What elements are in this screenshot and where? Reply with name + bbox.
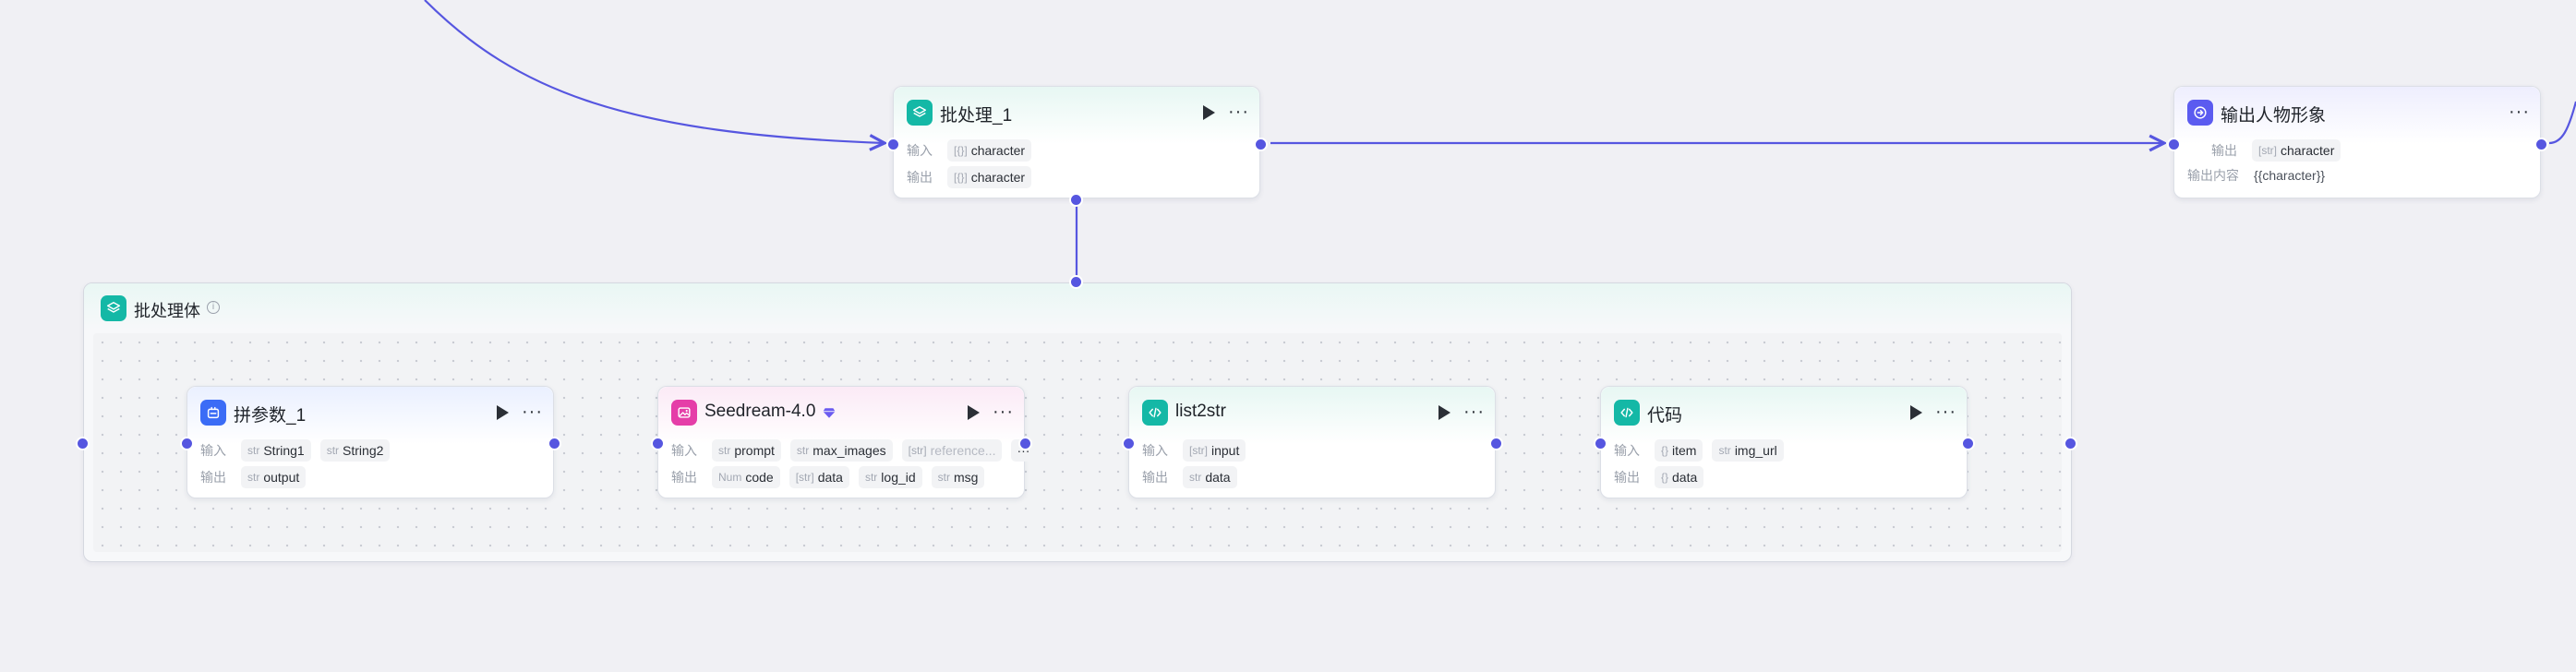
more-icon[interactable]: ··· [1228,102,1249,121]
inputs-label: 输入 [907,143,933,158]
inputs-label: 输入 [200,443,226,458]
inputs-label: 输入 [671,443,697,458]
node-title: 输出人物形象 [2221,106,2327,126]
more-icon[interactable]: ··· [522,402,543,421]
param-tag: {} item [1655,439,1703,462]
input-port[interactable] [886,138,900,151]
output-content-label: 输出内容 [2187,168,2239,183]
body-port[interactable] [1069,193,1083,207]
node-concat[interactable]: 拼参数_1 ··· 输入 str String1 str String2 输出 st… [187,386,554,498]
more-icon[interactable]: ··· [1935,402,1956,421]
param-tag: [str] character [2252,139,2341,162]
batch-body-title: 批处理体 [134,302,200,320]
inputs-row: 输入 str String1 str String2 [200,439,391,462]
param-tag: [str] input [1183,439,1246,462]
node-title: 批处理_1 [940,106,1013,126]
outputs-row: 输出 {} data [1614,466,1704,488]
param-tag: str String2 [319,439,391,462]
param-tag: str String1 [241,439,311,462]
node-batch[interactable]: 批处理_1 ··· 输入 [{}] character 输出 [{}] charac… [893,86,1260,198]
outputs-label: 输出 [907,170,933,185]
outputs-row: 输出 Num code [str] data str log_id str msg [671,466,985,488]
play-icon[interactable] [1203,105,1215,120]
workflow-canvas[interactable]: 批处理体 i 批处理_1 ··· 输入 [{}] character 输出 [{}… [0,0,2576,672]
exit-icon [2187,100,2213,126]
input-port[interactable] [180,437,194,450]
param-tag: str log_id [858,466,922,488]
param-tag: Num code [712,466,780,488]
edge-end-to-next [2548,101,2576,145]
outputs-label: 输出 [200,470,226,485]
output-port[interactable] [2534,138,2548,151]
node-seedream[interactable]: Seedream-4.0 ··· 输入 str prompt str max_ima… [657,386,1036,498]
param-tag: [{}] character [947,166,1032,188]
node-title: 拼参数_1 [234,406,307,426]
input-port[interactable] [1594,437,1607,450]
inputs-label: 输入 [1142,443,1168,458]
node-list2str[interactable]: list2str ··· 输入 [str] input 输出 str data [1128,386,1496,498]
edge-start-to-batch [424,0,885,143]
code-icon [1614,400,1640,426]
more-icon[interactable]: ··· [993,402,1014,421]
output-port[interactable] [1489,437,1503,450]
node-title: list2str [1175,402,1226,421]
play-icon[interactable] [497,405,509,420]
node-title: Seedream-4.0 [704,402,816,421]
param-tag: [str] reference... [901,439,1003,462]
play-icon[interactable] [968,405,980,420]
output-port[interactable] [1961,437,1975,450]
input-port[interactable] [651,437,665,450]
outputs-row: 输出 str data [1142,466,1237,488]
input-port[interactable] [1122,437,1136,450]
param-tag: str prompt [712,439,781,462]
param-tag: [{}] character [947,139,1032,162]
inputs-row: 输入 str prompt str max_images [str] referenc… [671,439,1036,462]
node-end[interactable]: 输出人物形象 ··· 输出 [str] character 输出内容 {{char… [2173,86,2541,198]
param-tag: str msg [931,466,985,488]
node-title: 代码 [1647,406,1683,426]
body-start-port[interactable] [76,437,90,450]
layers-icon [101,295,126,321]
body-end-port[interactable] [2064,437,2077,450]
outputs-label: 输出 [1142,470,1168,485]
output-content-value: {{character}} [2254,168,2326,183]
param-tag: {} data [1655,466,1704,488]
play-icon[interactable] [1438,405,1451,420]
puzzle-icon [200,400,226,426]
param-tag: str max_images [789,439,893,462]
inputs-label: 输入 [1614,443,1640,458]
play-icon[interactable] [1910,405,1922,420]
output-port[interactable] [1018,437,1032,450]
more-icon[interactable]: ··· [1463,402,1485,421]
param-tag: str img_url [1712,439,1784,462]
more-icon[interactable]: ··· [2509,102,2530,121]
outputs-label: 输出 [671,470,697,485]
output-port[interactable] [1254,138,1268,151]
inputs-row: 输入 {} item str img_url [1614,439,1784,462]
image-icon [671,400,697,426]
outputs-label: 输出 [2211,143,2237,158]
input-port[interactable] [2167,138,2181,151]
batch-body-header [84,283,2071,330]
node-code[interactable]: 代码 ··· 输入 {} item str img_url 输出 {} data [1600,386,1968,498]
code-icon [1142,400,1168,426]
outputs-row: 输出 str output [200,466,307,488]
output-content-row: 输出内容 {{character}} [2187,166,2325,185]
outputs-label: 输出 [1614,470,1640,485]
layers-icon [907,100,933,126]
diamond-icon [823,408,836,418]
body-port[interactable] [1069,275,1083,289]
param-tag: str data [1183,466,1237,488]
param-tag: str output [241,466,307,488]
outputs-row: 输出 [{}] character [907,166,1032,188]
inputs-row: 输入 [str] input [1142,439,1246,462]
outputs-row: 输出 [str] character [2211,139,2341,162]
output-port[interactable] [548,437,561,450]
inputs-row: 输入 [{}] character [907,139,1032,162]
param-tag: [str] data [788,466,849,488]
info-icon[interactable]: i [207,301,220,314]
